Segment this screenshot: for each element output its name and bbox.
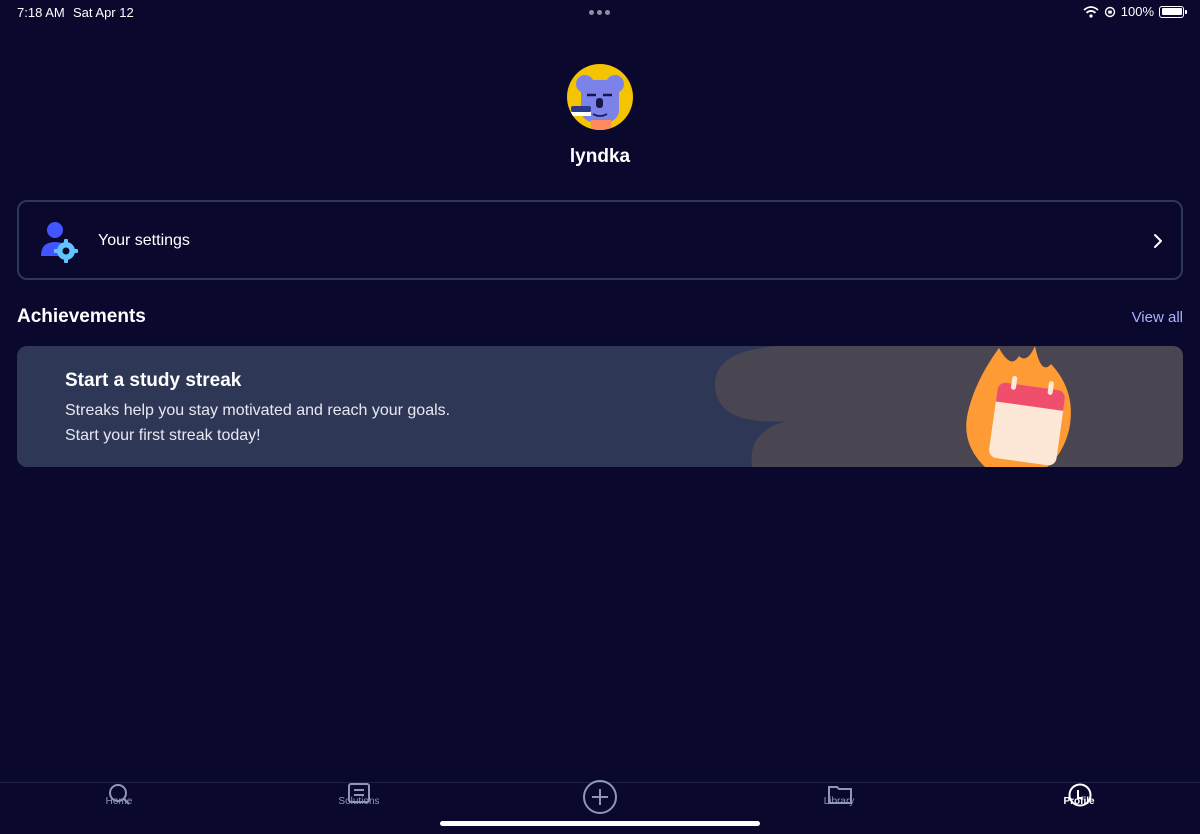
tab-library-label: Library	[823, 796, 855, 807]
achievements-heading: Achievements	[17, 306, 146, 327]
view-all-link[interactable]: View all	[1132, 309, 1183, 326]
tab-home-label: Home	[105, 796, 133, 807]
koala-avatar-icon	[571, 75, 624, 130]
username: lyndka	[569, 146, 631, 167]
orientation-lock-icon	[1104, 6, 1115, 17]
streak-description-line-1: Streaks help you stay motivated and reac…	[65, 402, 451, 419]
profile-screen: 7:18 AM Sat Apr 12 100% lyndka Your sett…	[0, 0, 1200, 834]
tab-profile[interactable]: Profile	[1034, 783, 1124, 823]
chevron-right-icon	[1154, 234, 1162, 248]
your-settings-button[interactable]: Your settings	[17, 200, 1183, 280]
study-streak-card[interactable]: Start a study streak Streaks help you st…	[17, 346, 1183, 467]
tab-home[interactable]: Home	[74, 783, 164, 823]
battery-percent: 100%	[1120, 4, 1154, 19]
battery-level-fill	[1161, 8, 1182, 15]
tab-solutions[interactable]: Solutions	[314, 783, 404, 823]
status-date: Sat Apr 12	[73, 5, 134, 20]
status-indicators: 100%	[1083, 4, 1187, 19]
flaming-calendar-icon	[715, 346, 1183, 467]
tab-solutions-label: Solutions	[338, 796, 380, 807]
home-indicator[interactable]	[440, 821, 760, 826]
battery-icon	[1159, 5, 1187, 18]
tab-profile-label: Profile	[1063, 796, 1095, 807]
tab-library[interactable]: Library	[794, 783, 884, 823]
streak-title: Start a study streak	[65, 370, 242, 391]
tab-create[interactable]	[555, 779, 645, 819]
tab-bar: Home Solutions Library Profile	[0, 779, 1200, 834]
wifi-icon	[1083, 5, 1099, 18]
streak-description-line-2: Start your first streak today!	[65, 427, 261, 444]
status-bar: 7:18 AM Sat Apr 12 100%	[0, 0, 1200, 24]
plus-circle-icon	[583, 780, 617, 814]
status-time: 7:18 AM	[17, 5, 65, 20]
multitasking-dots-icon[interactable]	[589, 10, 610, 15]
settings-label: Your settings	[98, 232, 190, 249]
avatar[interactable]	[567, 64, 633, 130]
user-gear-icon	[41, 222, 78, 263]
